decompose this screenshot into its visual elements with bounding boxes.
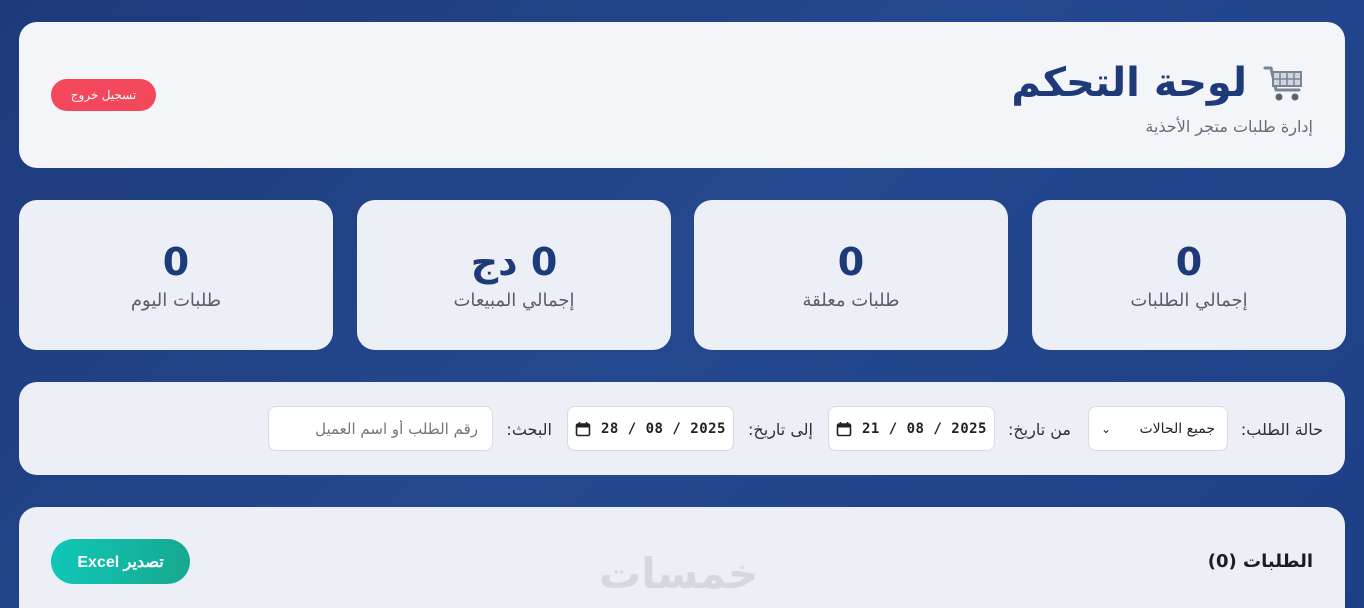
calendar-icon bbox=[836, 421, 852, 436]
stat-label: طلبات اليوم bbox=[130, 290, 222, 311]
logout-button[interactable]: تسجيل خروج bbox=[51, 79, 156, 111]
search-label: البحث: bbox=[506, 420, 552, 439]
stat-value: 0 bbox=[162, 240, 190, 284]
status-select-value: جميع الحالات bbox=[1139, 420, 1216, 437]
to-date-value: 28 / 08 / 2025 bbox=[600, 420, 726, 437]
status-filter-label: حالة الطلب: bbox=[1240, 420, 1323, 439]
stat-pending-orders: 0 طلبات معلقة bbox=[694, 200, 1008, 350]
from-date-value: 21 / 08 / 2025 bbox=[861, 420, 987, 437]
stat-today-orders: 0 طلبات اليوم bbox=[19, 200, 333, 350]
calendar-icon bbox=[575, 421, 591, 436]
search-input[interactable] bbox=[268, 406, 493, 451]
status-select[interactable]: جميع الحالات ⌄ bbox=[1088, 406, 1228, 451]
stat-label: طلبات معلقة bbox=[802, 290, 900, 311]
stat-label: إجمالي الطلبات bbox=[1130, 290, 1248, 311]
stat-label: إجمالي المبيعات bbox=[453, 290, 575, 311]
dashboard-header: لوحة التحكم إدارة طلبات متجر الأحذية تسج… bbox=[19, 22, 1345, 168]
orders-title: الطلبات (0) bbox=[1207, 551, 1313, 572]
title-row: لوحة التحكم bbox=[1011, 60, 1307, 106]
stat-total-orders: 0 إجمالي الطلبات bbox=[1032, 200, 1346, 350]
from-date-label: من تاريخ: bbox=[1007, 420, 1071, 439]
watermark-logo: خمسات bbox=[599, 549, 759, 598]
to-date-label: إلى تاريخ: bbox=[748, 420, 813, 439]
shopping-cart-icon bbox=[1263, 66, 1302, 101]
stat-value: 0 bbox=[1175, 240, 1203, 284]
to-date-input[interactable]: 28 / 08 / 2025 bbox=[567, 406, 734, 451]
stat-value: 0 دج bbox=[470, 240, 558, 284]
from-date-input[interactable]: 21 / 08 / 2025 bbox=[828, 406, 995, 451]
chevron-down-icon: ⌄ bbox=[1101, 421, 1112, 436]
export-excel-button[interactable]: تصدير Excel bbox=[51, 539, 190, 584]
stat-total-sales: 0 دج إجمالي المبيعات bbox=[357, 200, 671, 350]
page-title: لوحة التحكم bbox=[1011, 60, 1247, 106]
stat-value: 0 bbox=[837, 240, 865, 284]
page-subtitle: إدارة طلبات متجر الأحذية bbox=[1145, 117, 1313, 136]
orders-panel: الطلبات (0) خمسات تصدير Excel bbox=[19, 507, 1345, 608]
filters-panel: حالة الطلب: جميع الحالات ⌄ من تاريخ: 21 … bbox=[19, 382, 1345, 475]
